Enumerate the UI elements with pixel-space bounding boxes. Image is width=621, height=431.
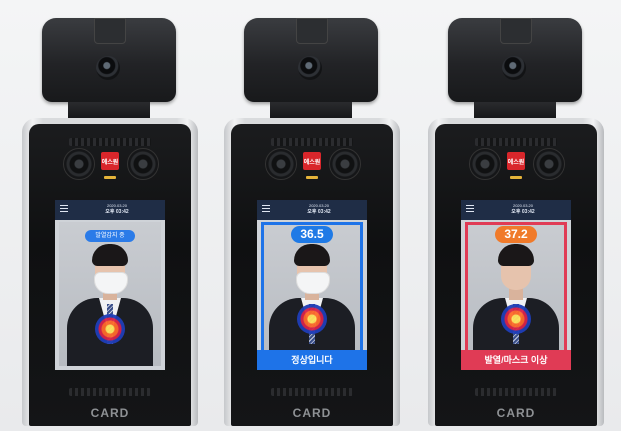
bottom-grille <box>475 388 557 396</box>
face-mask <box>94 272 128 294</box>
ir-sensor-right-icon <box>329 148 361 180</box>
card-reader-label: CARD <box>496 406 536 420</box>
ir-sensor-left-icon <box>265 148 297 180</box>
person-image <box>261 222 363 366</box>
person-image <box>465 222 567 366</box>
kiosk-body: 에스원 2020.03.20 오후 03:42 <box>224 118 400 426</box>
camera-lens-icon <box>96 56 120 80</box>
brand-badge: 에스원 <box>303 152 321 170</box>
kiosk-body: 에스원 2020.03.20 오후 03:42 <box>428 118 604 426</box>
thermal-kiosk-1: 에스원 2020.03.20 오후 03:42 발열감지 중 CARD <box>22 18 198 426</box>
thermal-kiosk-2: 에스원 2020.03.20 오후 03:42 36.5 정상입니다 CARD <box>224 18 400 426</box>
clock-time: 오후 03:42 <box>307 209 331 215</box>
camera-tab <box>500 18 532 44</box>
product-photo: 에스원 2020.03.20 오후 03:42 발열감지 중 CARD 에스원 … <box>0 0 621 431</box>
camera-tab <box>296 18 328 44</box>
camera-lens-icon <box>502 56 526 80</box>
screen-top-bar: 2020.03.20 오후 03:42 <box>257 200 367 220</box>
ir-sensor-left-icon <box>63 148 95 180</box>
bottom-grille <box>69 388 151 396</box>
brand-badge: 에스원 <box>101 152 119 170</box>
hair <box>294 244 330 266</box>
screen-top-bar: 2020.03.20 오후 03:42 <box>55 200 165 220</box>
camera-tab <box>94 18 126 44</box>
kiosk-face: 에스원 2020.03.20 오후 03:42 <box>231 124 393 426</box>
camera-module <box>244 18 378 102</box>
person-image <box>59 222 161 366</box>
camera-preview: 36.5 <box>261 222 363 366</box>
camera-preview: 발열감지 중 <box>59 222 161 366</box>
clock: 2020.03.20 오후 03:42 <box>97 203 137 216</box>
temperature-pill: 37.2 <box>495 226 537 243</box>
kiosk-screen: 2020.03.20 오후 03:42 <box>461 200 571 370</box>
hair <box>498 244 534 266</box>
thermal-heatmap-icon <box>297 304 327 334</box>
kiosk-face: 에스원 2020.03.20 오후 03:42 <box>29 124 191 426</box>
temperature-pill: 36.5 <box>291 226 333 243</box>
kiosk-screen: 2020.03.20 오후 03:42 <box>257 200 367 370</box>
status-led <box>510 176 522 179</box>
thermal-heatmap-icon <box>501 304 531 334</box>
top-grille <box>271 138 353 146</box>
kiosk-face: 에스원 2020.03.20 오후 03:42 <box>435 124 597 426</box>
brand-badge: 에스원 <box>507 152 525 170</box>
status-led <box>306 176 318 179</box>
bottom-grille <box>271 388 353 396</box>
ir-sensor-right-icon <box>533 148 565 180</box>
top-grille <box>475 138 557 146</box>
clock-time: 오후 03:42 <box>511 209 535 215</box>
clock: 2020.03.20 오후 03:42 <box>503 203 543 216</box>
kiosk-body: 에스원 2020.03.20 오후 03:42 <box>22 118 198 426</box>
status-led <box>104 176 116 179</box>
top-grille <box>69 138 151 146</box>
result-banner: 발열/마스크 이상 <box>461 350 571 370</box>
camera-preview: 37.2 <box>465 222 567 366</box>
ir-sensor-right-icon <box>127 148 159 180</box>
camera-lens-icon <box>298 56 322 80</box>
ir-sensor-left-icon <box>469 148 501 180</box>
result-banner: 정상입니다 <box>257 350 367 370</box>
card-reader-label: CARD <box>292 406 332 420</box>
status-pill: 발열감지 중 <box>85 230 135 242</box>
clock-time: 오후 03:42 <box>105 209 129 215</box>
screen-top-bar: 2020.03.20 오후 03:42 <box>461 200 571 220</box>
camera-module <box>42 18 176 102</box>
hamburger-menu-icon <box>60 205 68 213</box>
hair <box>92 244 128 266</box>
camera-module <box>448 18 582 102</box>
thermal-kiosk-3: 에스원 2020.03.20 오후 03:42 37.2 발열/마스크 이상 C… <box>428 18 604 426</box>
face-mask <box>296 272 330 294</box>
hamburger-menu-icon <box>262 205 270 213</box>
clock: 2020.03.20 오후 03:42 <box>299 203 339 216</box>
card-reader-label: CARD <box>90 406 130 420</box>
thermal-heatmap-icon <box>95 314 125 344</box>
hamburger-menu-icon <box>466 205 474 213</box>
kiosk-screen: 2020.03.20 오후 03:42 <box>55 200 165 370</box>
